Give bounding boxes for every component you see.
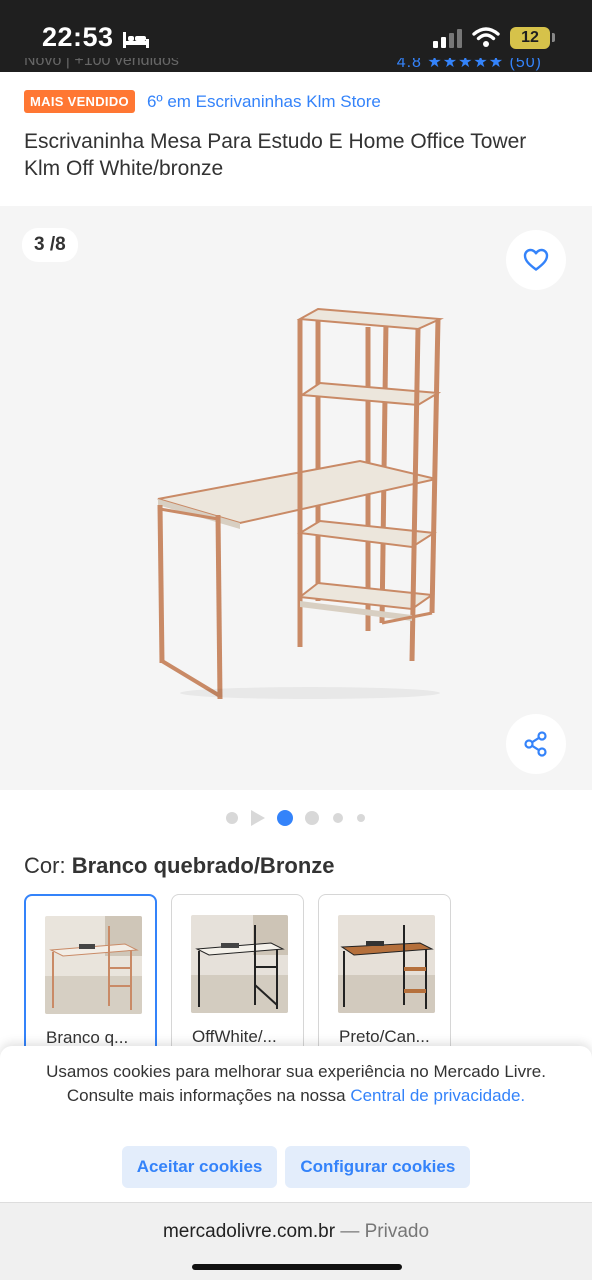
condition-sold-count: Novo | +100 vendidos (24, 58, 179, 69)
home-indicator[interactable] (192, 1264, 402, 1270)
pagination-dot[interactable] (226, 812, 238, 824)
heart-icon (523, 248, 549, 271)
cookie-consent-banner: Usamos cookies para melhorar sua experiê… (0, 1046, 592, 1202)
best-seller-row: MAIS VENDIDO 6º em Escrivaninhas Klm Sto… (24, 90, 381, 113)
product-gallery[interactable]: 3 /8 (0, 206, 592, 790)
video-play-icon[interactable] (250, 809, 266, 827)
cookie-actions: Aceitar cookies Configurar cookies (0, 1146, 592, 1188)
pagination-dot[interactable] (305, 811, 319, 825)
address-separator: — (335, 1221, 365, 1242)
gallery-pagination[interactable] (0, 808, 592, 828)
wifi-icon (472, 27, 500, 47)
variant-label: Branco q... (46, 1028, 129, 1047)
battery-nub (552, 33, 555, 42)
pagination-dot[interactable] (357, 814, 365, 822)
cookie-message: Usamos cookies para melhorar sua experiê… (30, 1060, 562, 1108)
variant-thumbnail (45, 916, 142, 1014)
selected-color-name: Branco quebrado/Bronze (71, 853, 335, 878)
clipped-header-line: Novo | +100 vendidos 4.8 ★★★★★ (50) (24, 58, 572, 72)
privacy-center-link[interactable]: Central de privacidade. (350, 1086, 525, 1105)
color-variant-offwhite[interactable]: OffWhite/... (171, 894, 304, 1054)
share-button[interactable] (506, 714, 566, 774)
color-variant-preto[interactable]: Preto/Can... (318, 894, 451, 1054)
address-domain: mercadolivre.com.br (162, 1221, 336, 1242)
color-selector-label: Cor: Branco quebrado/Bronze (24, 853, 335, 879)
variant-thumbnail (191, 915, 288, 1013)
product-image-desk (157, 307, 444, 700)
variant-label: Preto/Can... (339, 1027, 430, 1046)
rating-summary[interactable]: 4.8 ★★★★★ (50) (397, 58, 542, 72)
image-counter: 3 /8 (22, 228, 78, 262)
color-variant-branco[interactable]: Branco q... (24, 894, 157, 1054)
category-ranking-link[interactable]: 6º em Escrivaninhas Klm Store (147, 92, 381, 112)
private-mode-label: Privado (364, 1221, 430, 1242)
address-text[interactable]: mercadolivre.com.br — Privado (0, 1221, 592, 1243)
best-seller-badge: MAIS VENDIDO (24, 90, 135, 113)
cellular-signal-icon (433, 29, 462, 48)
browser-address-bar[interactable]: mercadolivre.com.br — Privado (0, 1202, 592, 1280)
variant-thumbnail (338, 915, 435, 1013)
favorite-button[interactable] (506, 230, 566, 290)
configure-cookies-button[interactable]: Configurar cookies (285, 1146, 471, 1188)
color-variants: Branco q... OffWhite/... Preto/Can... (24, 894, 451, 1054)
status-time: 22:53 (42, 22, 114, 52)
sleep-mode-icon (123, 32, 149, 48)
share-icon (524, 731, 547, 757)
battery-indicator: 12 (510, 27, 550, 49)
color-label-prefix: Cor: (24, 853, 66, 878)
product-title: Escrivaninha Mesa Para Estudo E Home Off… (24, 130, 527, 180)
accept-cookies-button[interactable]: Aceitar cookies (121, 1146, 278, 1188)
pagination-dot-active[interactable] (277, 810, 293, 826)
variant-label: OffWhite/... (192, 1027, 277, 1046)
pagination-dot[interactable] (333, 813, 343, 823)
